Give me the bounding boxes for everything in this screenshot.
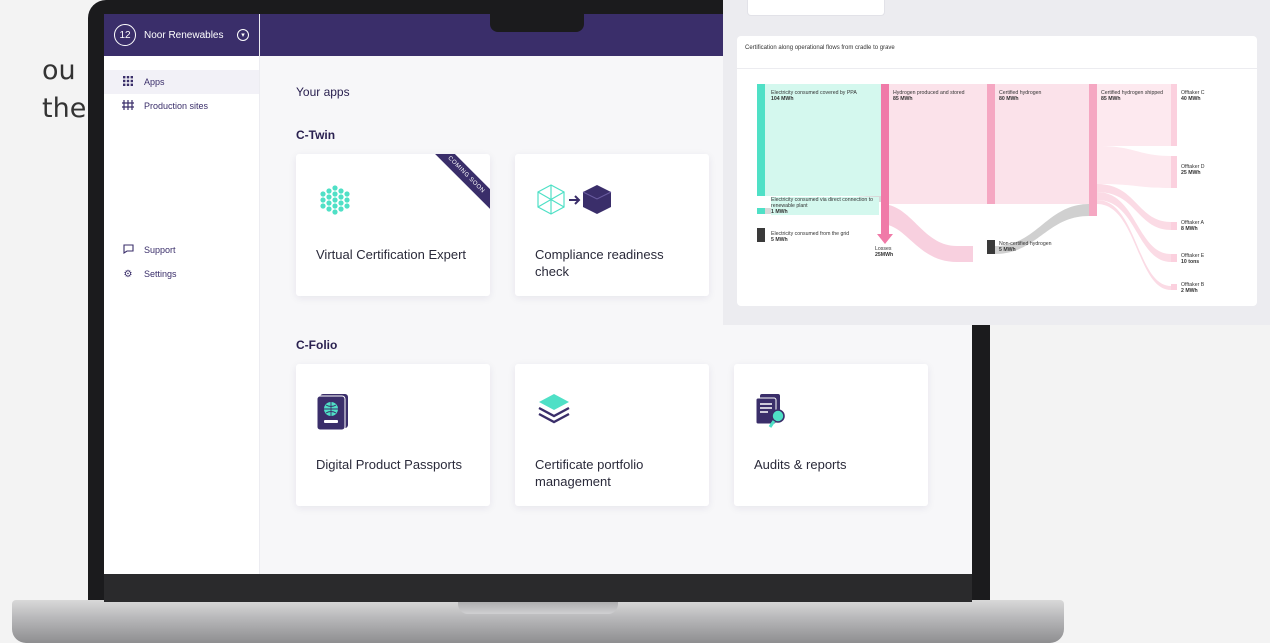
sidebar-item-label: Settings — [144, 269, 177, 279]
chevron-down-icon[interactable]: ▾ — [237, 29, 249, 41]
label-certified-value: 80 MWh — [999, 96, 1019, 102]
label-losses: Losses 25MWh — [875, 246, 915, 258]
sidebar-item-apps[interactable]: Apps — [104, 70, 259, 94]
section-title-c-folio: C-Folio — [296, 338, 338, 352]
label-hydrogen: Hydrogen produced and stored 85 MWh — [893, 90, 977, 102]
node-offtaker-b — [1171, 284, 1177, 290]
label-offtaker-d: Offtaker D 25 MWh — [1181, 164, 1241, 176]
laptop-chin — [104, 574, 972, 602]
app-card-label: Certificate portfolio management — [535, 457, 644, 489]
label-direct-text: Electricity consumed via direct connecti… — [771, 197, 874, 209]
marketing-text-line-1: ou — [42, 55, 76, 86]
label-hydrogen-value: 85 MWh — [893, 96, 913, 102]
layers-icon — [535, 392, 573, 435]
app-card-label: Digital Product Passports — [316, 457, 462, 472]
cube-grid-icon — [316, 182, 354, 225]
label-offtaker-d-value: 25 MWh — [1181, 170, 1201, 176]
app-card-label: Audits & reports — [754, 457, 847, 472]
flow-shipped-to-offtaker-d — [1097, 146, 1171, 188]
label-losses-value: 25MWh — [875, 252, 894, 258]
node-shipped — [1089, 84, 1097, 216]
label-offtaker-b: Offtaker B 2 MWh — [1181, 282, 1241, 294]
camera-notch — [490, 14, 584, 32]
overlay-top-card — [747, 0, 885, 16]
label-offtaker-b-value: 2 MWh — [1181, 288, 1198, 294]
label-grid-value: 5 MWh — [771, 237, 788, 243]
app-card-compliance-readiness-check[interactable]: Compliance readiness check — [515, 154, 709, 296]
label-offtaker-a-value: 8 MWh — [1181, 226, 1198, 232]
app-card-digital-product-passports[interactable]: Digital Product Passports — [296, 364, 490, 506]
node-grid — [757, 228, 765, 242]
sidebar-item-support[interactable]: Support — [104, 238, 259, 262]
label-offtaker-e-value: 10 tons — [1181, 259, 1200, 265]
label-ppa: Electricity consumed covered by PPA 104 … — [771, 90, 867, 102]
label-offtaker-c: Offtaker C 40 MWh — [1181, 90, 1241, 102]
sidebar-item-production-sites[interactable]: Production sites — [104, 94, 259, 118]
sankey-flow-card: Certification along operational flows fr… — [737, 36, 1257, 306]
marketing-text: ou the — [42, 52, 86, 128]
cube-transform-icon — [535, 182, 625, 225]
app-card-certificate-portfolio-management[interactable]: Certificate portfolio management — [515, 364, 709, 506]
passport-icon — [316, 392, 354, 435]
label-offtaker-c-value: 40 MWh — [1181, 96, 1201, 102]
label-offtaker-a: Offtaker A 8 MWh — [1181, 220, 1241, 232]
flow-overlay-panel: Certification along operational flows fr… — [723, 0, 1270, 325]
label-ppa-value: 104 MWh — [771, 96, 794, 102]
gear-icon: ⚙ — [123, 268, 133, 280]
app-card-label: Virtual Certification Expert — [316, 247, 467, 262]
label-direct-value: 1 MWh — [771, 209, 788, 215]
label-noncertified: Non-certified hydrogen 5 MWh — [999, 241, 1085, 253]
app-card-audits-reports[interactable]: Audits & reports — [734, 364, 928, 506]
app-card-label: Compliance readiness check — [535, 247, 664, 279]
marketing-text-line-2: the — [42, 93, 87, 124]
page-title: Your apps — [296, 85, 350, 99]
flow-shipped-to-offtaker-b — [1097, 200, 1171, 290]
label-grid: Electricity consumed from the grid 5 MWh — [771, 231, 871, 243]
label-shipped: Certified hydrogen shipped 85 MWh — [1101, 90, 1163, 102]
label-offtaker-e: Offtaker E 10 tons — [1181, 253, 1241, 265]
flow-hydrogen-to-certified — [889, 84, 987, 204]
org-switcher[interactable]: 12 Noor Renewables ▾ — [104, 14, 259, 56]
sidebar-item-label: Production sites — [144, 101, 209, 111]
node-ppa — [757, 84, 765, 196]
sidebar-item-label: Support — [144, 245, 176, 255]
grid-icon — [122, 75, 134, 89]
report-search-icon — [754, 392, 792, 435]
label-certified: Certified hydrogen 80 MWh — [999, 90, 1079, 102]
label-direct: Electricity consumed via direct connecti… — [771, 197, 879, 215]
towers-icon — [122, 99, 134, 113]
app-card-virtual-certification-expert[interactable]: COMING SOON Virtual Certification Expert — [296, 154, 490, 296]
org-name: Noor Renewables — [144, 29, 224, 41]
sidebar-item-settings[interactable]: ⚙ Settings — [104, 262, 259, 286]
label-noncertified-value: 5 MWh — [999, 247, 1016, 253]
sidebar-item-label: Apps — [144, 77, 165, 87]
section-title-c-twin: C-Twin — [296, 128, 336, 142]
node-hydrogen — [881, 84, 889, 234]
label-shipped-value: 85 MWh — [1101, 96, 1121, 102]
node-offtaker-a — [1171, 222, 1177, 230]
chat-icon — [122, 243, 134, 257]
node-direct — [757, 208, 765, 214]
logo-icon: 12 — [114, 24, 136, 46]
sidebar: 12 Noor Renewables ▾ Apps Production sit… — [104, 14, 260, 574]
node-offtaker-d — [1171, 156, 1177, 188]
flow-certified-to-shipped — [995, 84, 1089, 204]
node-certified — [987, 84, 995, 204]
laptop-opening-groove — [458, 600, 618, 614]
sankey-diagram — [757, 84, 1177, 290]
node-offtaker-e — [1171, 254, 1177, 262]
node-offtaker-c — [1171, 84, 1177, 146]
node-noncertified — [987, 240, 995, 254]
losses-arrow — [877, 234, 893, 244]
coming-soon-ribbon: COMING SOON — [425, 154, 490, 216]
